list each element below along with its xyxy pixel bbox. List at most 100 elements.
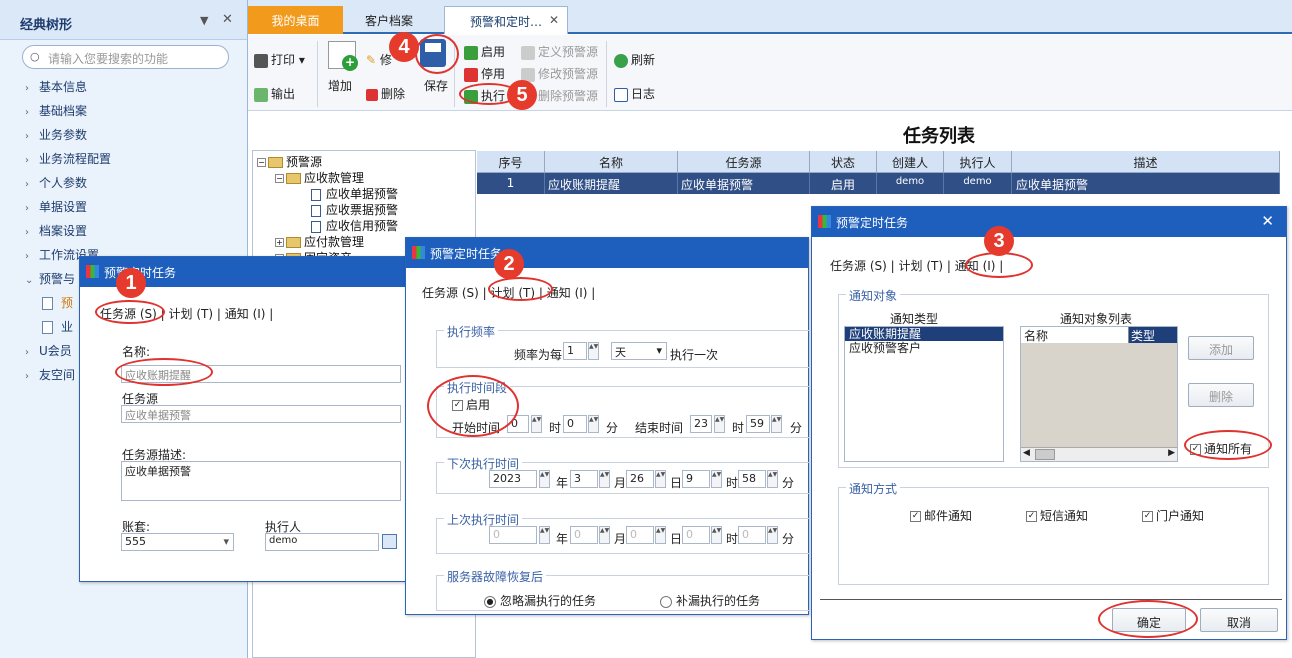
list-item[interactable]: 应收账期提醒 (845, 327, 1003, 341)
tab-source[interactable]: 任务源 (S) (422, 286, 479, 300)
executor-field[interactable]: demo (265, 533, 379, 551)
add-target-button[interactable]: 添加 (1188, 336, 1254, 360)
column-header[interactable]: 创建人 (877, 151, 944, 173)
spin-button[interactable]: ▲▼ (655, 470, 666, 488)
spin-button[interactable]: ▲▼ (531, 415, 542, 433)
desc-field[interactable]: 应收单据预警 (121, 461, 401, 501)
notify-type-list[interactable]: 应收账期提醒 应收预警客户 (844, 326, 1004, 462)
spin-button[interactable]: ▲▼ (771, 415, 782, 433)
frequency-unit-select[interactable]: 天 ▾ (611, 342, 667, 360)
spin-button[interactable]: ▲▼ (714, 415, 725, 433)
last-month[interactable]: 0 (570, 526, 598, 544)
column-header[interactable]: 序号 (477, 151, 545, 173)
nav-item-alerts[interactable]: ⌄ 预警与 (25, 270, 75, 292)
column-header[interactable]: 类型 (1129, 327, 1177, 343)
nav-item-base-archives[interactable]: › 基础档案 (25, 102, 87, 124)
spin-button[interactable]: ▲▼ (711, 470, 722, 488)
sms-notify-checkbox[interactable]: ✓ 短信通知 (1026, 507, 1088, 524)
spin-button[interactable]: ▲▼ (599, 470, 610, 488)
horizontal-scrollbar[interactable]: ◀ ▶ (1021, 447, 1177, 461)
print-button[interactable]: 打印 ▾ (254, 51, 305, 68)
source-field[interactable]: 应收单据预警 (121, 405, 401, 423)
nav-item-personal-params[interactable]: › 个人参数 (25, 174, 87, 196)
column-header[interactable]: 名称 (1021, 327, 1129, 343)
edit-button[interactable]: ✎ 修 (366, 51, 392, 68)
last-year[interactable]: 0 (489, 526, 537, 544)
define-source-button[interactable]: 定义预警源 (521, 43, 598, 60)
spin-button[interactable]: ▲▼ (588, 415, 599, 433)
end-minute[interactable]: 59 (746, 415, 770, 433)
tree-node-root[interactable]: − 预警源 (257, 153, 322, 170)
nav-item-friend-space[interactable]: › 友空间 (25, 366, 75, 388)
log-button[interactable]: 日志 (614, 85, 655, 102)
nav-search-input[interactable]: ○ 请输入您要搜索的功能 (22, 45, 229, 69)
spin-button[interactable]: ▲▼ (599, 526, 610, 544)
mail-notify-checkbox[interactable]: ✓ 邮件通知 (910, 507, 972, 524)
next-month[interactable]: 3 (570, 470, 598, 488)
tab-source[interactable]: 任务源 (S) (830, 259, 887, 273)
spin-button[interactable]: ▲▼ (539, 470, 550, 488)
grid-picker-icon[interactable] (382, 534, 397, 549)
table-row[interactable]: 1 应收账期提醒 应收单据预警 启用 demo demo 应收单据预警 (477, 173, 1280, 194)
nav-item-u-member[interactable]: › U会员 (25, 342, 72, 364)
last-hour[interactable]: 0 (682, 526, 710, 544)
export-button[interactable]: 输出 (254, 85, 295, 102)
spin-button[interactable]: ▲▼ (655, 526, 666, 544)
spin-button[interactable]: ▲▼ (539, 526, 550, 544)
next-day[interactable]: 26 (626, 470, 654, 488)
tree-node-payable[interactable]: + 应付款管理 (275, 233, 364, 250)
tab-notify[interactable]: 通知 (I) (225, 307, 266, 321)
nav-item-basic-info[interactable]: › 基本信息 (25, 78, 87, 100)
tree-leaf[interactable]: 应收单据预警 (311, 185, 398, 202)
catch-up-radio[interactable]: 补漏执行的任务 (660, 592, 760, 609)
portal-notify-checkbox[interactable]: ✓ 门户通知 (1142, 507, 1204, 524)
tree-leaf[interactable]: 应收信用预警 (311, 217, 398, 234)
spin-button[interactable]: ▲▼ (588, 342, 599, 360)
end-hour[interactable]: 23 (690, 415, 712, 433)
enable-button[interactable]: 启用 (464, 43, 505, 60)
tab-plan[interactable]: 计划 (T) (899, 259, 944, 273)
tab-my-desktop[interactable]: 我的桌面 (248, 6, 343, 34)
modify-source-button[interactable]: 修改预警源 (521, 65, 598, 82)
close-tab-icon[interactable]: ✕ (549, 13, 559, 27)
next-minute[interactable]: 58 (738, 470, 766, 488)
notify-target-list[interactable]: 名称 类型 ◀ ▶ (1020, 326, 1178, 462)
nav-item-archive-settings[interactable]: › 档案设置 (25, 222, 87, 244)
nav-item-workflow-config[interactable]: › 业务流程配置 (25, 150, 111, 172)
last-day[interactable]: 0 (626, 526, 654, 544)
nav-subitem-alert[interactable]: 预 (42, 294, 73, 316)
spin-button[interactable]: ▲▼ (711, 526, 722, 544)
delete-target-button[interactable]: 删除 (1188, 383, 1254, 407)
spin-button[interactable]: ▲▼ (767, 526, 778, 544)
close-icon[interactable]: ✕ (1261, 212, 1274, 230)
save-button[interactable]: 保存 (424, 77, 448, 94)
start-minute[interactable]: 0 (563, 415, 587, 433)
nav-item-business-params[interactable]: › 业务参数 (25, 126, 87, 148)
next-year[interactable]: 2023 (489, 470, 537, 488)
pin-icon[interactable]: ▼ (200, 14, 208, 27)
close-icon[interactable]: ✕ (222, 12, 233, 27)
column-header[interactable]: 状态 (810, 151, 877, 173)
ignore-missed-radio[interactable]: ● 忽略漏执行的任务 (484, 592, 596, 609)
spin-button[interactable]: ▲▼ (767, 470, 778, 488)
delete-button[interactable]: 删除 (366, 85, 405, 102)
column-header[interactable]: 任务源 (678, 151, 810, 173)
nav-item-doc-settings[interactable]: › 单据设置 (25, 198, 87, 220)
tab-plan[interactable]: 计划 (T) (169, 307, 214, 321)
column-header[interactable]: 名称 (545, 151, 678, 173)
column-header[interactable]: 执行人 (944, 151, 1012, 173)
tab-customer-archive[interactable]: 客户档案 (344, 6, 434, 34)
tab-alert-timer[interactable]: 预警和定时… ✕ (444, 6, 568, 34)
add-button[interactable]: 增加 (328, 77, 352, 94)
next-hour[interactable]: 9 (682, 470, 710, 488)
list-item[interactable]: 应收预警客户 (845, 341, 1003, 355)
column-header[interactable]: 描述 (1012, 151, 1280, 173)
refresh-button[interactable]: 刷新 (614, 51, 655, 68)
disable-button[interactable]: 停用 (464, 65, 505, 82)
cancel-button[interactable]: 取消 (1200, 608, 1278, 632)
tree-node-receivable[interactable]: − 应收款管理 (275, 169, 364, 186)
frequency-number[interactable]: 1 (563, 342, 587, 360)
nav-subitem-business[interactable]: 业 (42, 318, 73, 340)
account-select[interactable]: 555 ▾ (121, 533, 234, 551)
last-minute[interactable]: 0 (738, 526, 766, 544)
